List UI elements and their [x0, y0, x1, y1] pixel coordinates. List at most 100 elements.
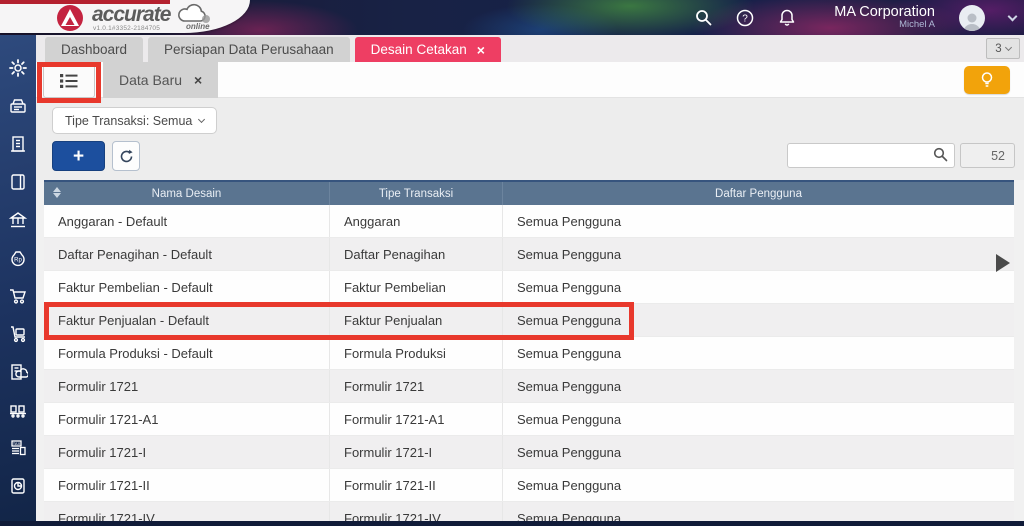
cell-daftar-pengguna: Semua Pengguna	[517, 345, 622, 361]
manufacture-icon[interactable]	[8, 399, 29, 420]
cell-nama-desain: Faktur Penjualan - Default	[44, 304, 330, 336]
subtab-label: Data Baru	[119, 72, 183, 88]
column-header-daftar-pengguna[interactable]: Daftar Pengguna	[503, 182, 1014, 205]
tab-label: Dashboard	[61, 42, 128, 57]
cell-daftar-pengguna: Semua Pengguna	[517, 411, 622, 427]
list-view-button[interactable]	[43, 63, 95, 98]
table-row[interactable]: Formula Produksi - Default Formula Produ…	[44, 337, 1014, 370]
tab-overflow-count: 3	[995, 42, 1002, 55]
svg-text:TAX: TAX	[13, 441, 21, 446]
warehouse-cloud-icon[interactable]	[8, 361, 29, 382]
table-row[interactable]: Faktur Penjualan - Default Faktur Penjua…	[44, 304, 1014, 337]
cell-tipe-transaksi: Faktur Pembelian	[330, 271, 503, 303]
search-icon	[933, 147, 948, 162]
result-count: 52	[991, 148, 1005, 163]
close-icon[interactable]: ×	[477, 43, 485, 57]
cell-daftar-pengguna: Semua Pengguna	[517, 444, 622, 460]
column-header-nama-desain[interactable]: Nama Desain	[44, 182, 330, 205]
content-area: Dashboard Persiapan Data Perusahaan Desa…	[36, 35, 1024, 526]
cell-nama-desain: Formulir 1721-I	[44, 436, 330, 468]
tab-dashboard[interactable]: Dashboard	[45, 37, 144, 62]
designs-table: Nama Desain Tipe Transaksi Daftar Penggu…	[44, 180, 1014, 526]
cell-tipe-transaksi: Formulir 1721-A1	[330, 403, 503, 435]
bank-icon[interactable]	[8, 209, 29, 230]
table-row[interactable]: Anggaran - Default Anggaran Semua Penggu…	[44, 205, 1014, 238]
cursor-arrow	[996, 254, 1010, 272]
tab-overflow-button[interactable]: 3	[986, 38, 1020, 59]
cell-daftar-pengguna: Semua Pengguna	[517, 378, 622, 394]
cell-nama-desain: Formulir 1721-A1	[44, 403, 330, 435]
tab-desain-cetakan[interactable]: Desain Cetakan ×	[354, 37, 501, 62]
company-icon[interactable]	[8, 133, 29, 154]
search-field-wrap	[787, 143, 955, 168]
refresh-button[interactable]	[112, 141, 140, 171]
bottom-edge-strip	[0, 521, 1024, 526]
cell-daftar-pengguna: Semua Pengguna	[517, 246, 622, 262]
app-window: accurate v1.0.1#3352-2184705 online ? MA…	[0, 0, 1024, 526]
sort-icon	[53, 187, 61, 198]
table-row[interactable]: Formulir 1721-II Formulir 1721-II Semua …	[44, 469, 1014, 502]
logo-text: accurate	[92, 3, 171, 26]
cash-register-icon[interactable]	[8, 95, 29, 116]
reports-icon[interactable]	[8, 475, 29, 496]
chevron-down-icon[interactable]	[1007, 11, 1018, 21]
cell-tipe-transaksi: Daftar Penagihan	[330, 238, 503, 270]
bell-icon[interactable]	[778, 9, 796, 27]
cell-nama-desain: Formulir 1721	[44, 370, 330, 402]
close-icon[interactable]: ×	[194, 72, 202, 88]
cell-daftar-pengguna: Semua Pengguna	[517, 477, 622, 493]
cell-nama-desain: Faktur Pembelian - Default	[44, 271, 330, 303]
result-count-badge[interactable]: 52	[960, 143, 1015, 168]
cell-tipe-transaksi: Formulir 1721-I	[330, 436, 503, 468]
search-input[interactable]	[787, 143, 955, 168]
subtab-data-baru[interactable]: Data Baru ×	[103, 62, 219, 98]
company-name: MA Corporation	[834, 3, 935, 20]
table-body: Anggaran - Default Anggaran Semua Penggu…	[44, 205, 1014, 526]
plus-icon: +	[72, 145, 85, 167]
accurate-logo-icon	[57, 5, 83, 31]
column-header-tipe-transaksi[interactable]: Tipe Transaksi	[330, 182, 503, 205]
cell-tipe-transaksi: Formulir 1721-II	[330, 469, 503, 501]
topbar-actions: ? MA Corporation Michel A	[694, 0, 1024, 35]
user-name: Michel A	[899, 19, 935, 31]
decorative-dot	[202, 15, 210, 23]
cell-daftar-pengguna: Semua Pengguna	[517, 213, 622, 229]
cell-nama-desain: Formula Produksi - Default	[44, 337, 330, 369]
chevron-down-icon	[1004, 43, 1012, 52]
help-icon[interactable]: ?	[736, 9, 754, 27]
settings-icon[interactable]	[8, 57, 29, 78]
cell-tipe-transaksi: Anggaran	[330, 205, 503, 237]
cell-daftar-pengguna: Semua Pengguna	[517, 279, 622, 295]
expense-rp-icon[interactable]: Rp	[8, 247, 29, 268]
account-info[interactable]: MA Corporation Michel A	[834, 3, 935, 31]
table-row[interactable]: Formulir 1721-I Formulir 1721-I Semua Pe…	[44, 436, 1014, 469]
cell-daftar-pengguna: Semua Pengguna	[517, 312, 622, 328]
svg-text:Rp: Rp	[14, 257, 22, 263]
delivery-trolley-icon[interactable]	[8, 323, 29, 344]
add-button[interactable]: +	[52, 141, 105, 171]
avatar[interactable]	[959, 4, 985, 31]
tab-label: Desain Cetakan	[370, 42, 467, 57]
sidebar: Rp TAX	[0, 35, 36, 526]
lightbulb-icon	[981, 72, 993, 87]
table-row[interactable]: Daftar Penagihan - Default Daftar Penagi…	[44, 238, 1014, 271]
tax-icon[interactable]: TAX	[8, 437, 29, 458]
list-view-icon	[60, 73, 78, 88]
cell-tipe-transaksi: Faktur Penjualan	[330, 304, 503, 336]
table-row[interactable]: Formulir 1721-A1 Formulir 1721-A1 Semua …	[44, 403, 1014, 436]
cell-tipe-transaksi: Formula Produksi	[330, 337, 503, 369]
cell-tipe-transaksi: Formulir 1721	[330, 370, 503, 402]
table-row[interactable]: Faktur Pembelian - Default Faktur Pembel…	[44, 271, 1014, 304]
transaction-type-filter[interactable]: Tipe Transaksi: Semua	[52, 107, 218, 134]
tab-persiapan-data-perusahaan[interactable]: Persiapan Data Perusahaan	[148, 37, 350, 62]
cell-nama-desain: Daftar Penagihan - Default	[44, 238, 330, 270]
tips-button[interactable]	[964, 66, 1010, 94]
table-row[interactable]: Formulir 1721 Formulir 1721 Semua Penggu…	[44, 370, 1014, 403]
cell-nama-desain: Formulir 1721-II	[44, 469, 330, 501]
search-icon[interactable]	[694, 9, 712, 27]
svg-text:?: ?	[742, 13, 748, 24]
filter-label: Tipe Transaksi: Semua	[65, 113, 193, 128]
purchase-cart-icon[interactable]	[8, 285, 29, 306]
journal-icon[interactable]	[8, 171, 29, 192]
chevron-down-icon	[198, 115, 206, 124]
